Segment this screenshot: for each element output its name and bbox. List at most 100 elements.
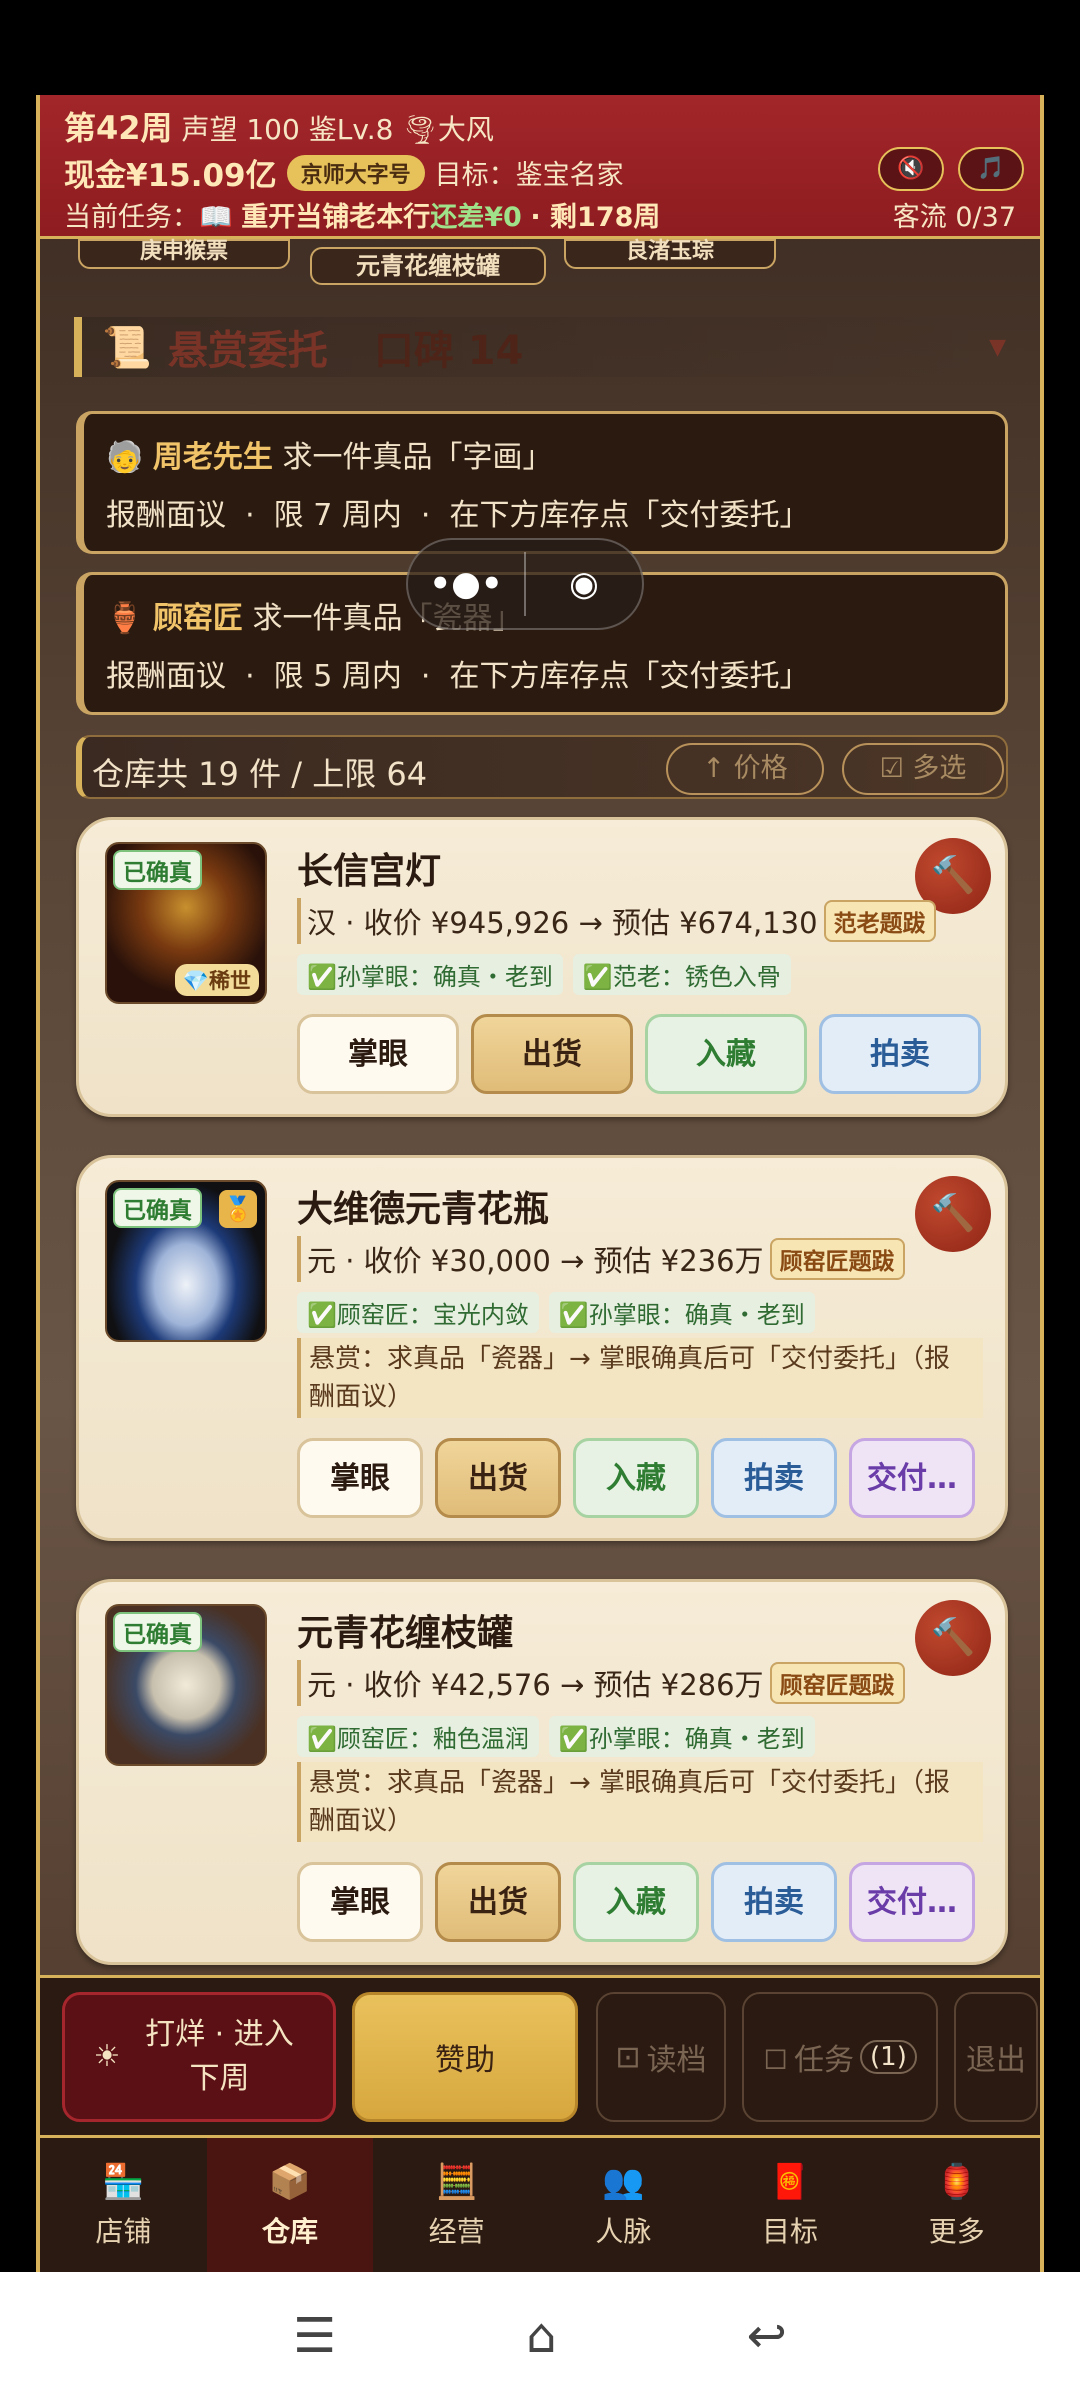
game-app: 第42周 声望 100 鉴Lv.8 🌪大风 现金¥15.09亿 京师大字号 目标… [36,95,1044,2272]
appraisal-note: ✅范老：锈色入骨 [572,954,791,995]
task-icon: ◻ [763,2039,789,2075]
mute-button[interactable]: 🔇 [878,147,944,191]
tornado-icon: 🌪 [402,113,438,146]
appraisal-notes: ✅顾窑匠：宝光内敛 ✅孙掌眼：确真・老到 [297,1292,815,1333]
task-button[interactable]: ◻ 任务 (1) [742,1992,938,2122]
task-shortfall: 还差¥0 [430,202,522,233]
deliver-button[interactable]: 交付… [849,1862,975,1942]
load-button[interactable]: ⊡ 读档 [596,1992,726,2122]
item-thumbnail: 已确真 🏅 [105,1180,267,1342]
miniprogram-capsule: •●• ◉ [406,538,644,630]
music-button[interactable]: 🎵 [958,147,1024,191]
item-thumbnail: 已确真 💎稀世 [105,842,267,1004]
home-icon[interactable]: ⌂ [526,2308,556,2364]
item-price: 汉 · 收价 ¥945,926 → 预估 ¥674,130 范老题跋 [297,898,936,944]
auction-button[interactable]: 拍卖 [711,1438,837,1518]
header-cash-row: 现金¥15.09亿 京师大字号 目标：鉴宝名家 [64,150,624,195]
fame-label: 声望 100 [181,113,300,146]
appraisal-notes: ✅孙掌眼：确真・老到 ✅范老：锈色入骨 [297,954,791,995]
deliver-button[interactable]: 交付… [849,1438,975,1518]
auction-button[interactable]: 拍卖 [711,1862,837,1942]
next-week-button[interactable]: ☀ 打烊 · 进入下周 [62,1992,336,2122]
sort-price-button[interactable]: ↑ 价格 [666,743,824,795]
task-label: 任务 [794,2043,855,2078]
auction-button[interactable]: 拍卖 [819,1014,981,1094]
task-count-badge: (1) [860,2040,917,2074]
title-chip: 京师大字号 [286,154,425,191]
cash-label: 现金¥15.09亿 [64,158,277,194]
tag-item[interactable]: 元青花缠枝罐 [310,247,546,285]
sell-button[interactable]: 出货 [435,1862,561,1942]
more-dots-icon: •●• [429,564,503,604]
hammer-button[interactable]: 🔨 [915,1600,991,1676]
tab-label: 目标 [762,2215,819,2248]
tab-business[interactable]: 🧮 经营 [373,2138,540,2272]
collect-button[interactable]: 入藏 [573,1862,699,1942]
back-icon[interactable]: ↩ [747,2308,787,2364]
tab-goals[interactable]: 🧧 目标 [707,2138,874,2272]
item-card[interactable]: 已确真 🔨 元青花缠枝罐 元 · 收价 ¥42,576 → 预估 ¥286万 顾窑… [76,1579,1008,1965]
appraise-level: 鉴Lv.8 [308,113,394,146]
item-card[interactable]: 已确真 💎稀世 🔨 长信宫灯 汉 · 收价 ¥945,926 → 预估 ¥674… [76,817,1008,1117]
collect-button[interactable]: 入藏 [573,1438,699,1518]
tab-more[interactable]: 🏮 更多 [873,2138,1040,2272]
item-price: 元 · 收价 ¥42,576 → 预估 ¥286万 顾窑匠题跋 [297,1660,905,1706]
item-card[interactable]: 已确真 🏅 🔨 大维德元青花瓶 元 · 收价 ¥30,000 → 预估 ¥236… [76,1155,1008,1541]
music-icon: 🎵 [977,156,1005,181]
shop-icon: 🏪 [102,2162,145,2202]
sponsor-button[interactable]: 赞助 [352,1992,578,2122]
multi-select-button[interactable]: ☑ 多选 [842,743,1004,795]
warehouse-summary: 仓库共 19 件 / 上限 64 [92,755,428,793]
appraisal-note: ✅孙掌眼：确真・老到 [548,1292,815,1333]
week-label: 第42周 [64,109,173,147]
hammer-button[interactable]: 🔨 [915,1176,991,1252]
hammer-icon: 🔨 [930,1617,976,1658]
system-nav-bar: ☰ ⌂ ↩ [0,2272,1080,2400]
tab-shop[interactable]: 🏪 店铺 [40,2138,207,2272]
tab-label: 店铺 [95,2215,152,2248]
current-task: 当前任务：📖 重开当铺老本行还差¥0 · 剩178周 [64,195,660,234]
load-icon: ⊡ [615,2039,641,2075]
close-capsule-button[interactable]: ◉ [526,540,642,628]
appraisal-note: ✅孙掌眼：确真・老到 [297,954,563,995]
appraise-button[interactable]: 掌眼 [297,1014,459,1094]
sell-button[interactable]: 出货 [471,1014,633,1094]
item-price: 元 · 收价 ¥30,000 → 预估 ¥236万 顾窑匠题跋 [297,1236,905,1282]
bounty-section-header[interactable]: 📜 悬赏委托 口碑 14 ▼ [74,317,1014,377]
verified-badge: 已确真 [113,1612,202,1652]
more-icon: 🏮 [935,2162,978,2202]
more-menu-button[interactable]: •●• [408,540,524,628]
verified-badge: 已确真 [113,1188,202,1228]
appraise-button[interactable]: 掌眼 [297,1862,423,1942]
reputation-label: 口碑 14 [373,328,524,374]
appraisal-notes: ✅顾窑匠：釉色温润 ✅孙掌眼：确真・老到 [297,1716,815,1757]
scroll-icon: 📜 [102,324,152,371]
client-name: 顾窑匠 [152,601,243,636]
quit-button[interactable]: 退出 [954,1992,1038,2122]
item-thumbnail: 已确真 [105,1604,267,1766]
price-line: 元 · 收价 ¥30,000 → 预估 ¥236万 [307,1244,764,1278]
people-icon: 👥 [602,2162,645,2202]
tab-contacts[interactable]: 👥 人脉 [540,2138,707,2272]
tag-item[interactable]: 庚申猴票 [78,239,290,269]
next-week-label: 打烊 · 进入下周 [145,2017,294,2096]
seal-badge: 范老题跋 [823,900,936,942]
collapse-caret-icon: ▼ [989,334,1006,360]
goal-label: 目标：鉴宝名家 [434,160,624,191]
tab-label: 更多 [928,2215,985,2248]
appraise-button[interactable]: 掌眼 [297,1438,423,1518]
item-name: 长信宫灯 [297,851,442,892]
menu-icon[interactable]: ☰ [293,2308,336,2364]
sell-button[interactable]: 出货 [435,1438,561,1518]
item-name: 元青花缠枝罐 [297,1613,514,1654]
seal-badge: 顾窑匠题跋 [769,1238,905,1280]
warehouse-icon: 📦 [268,2162,312,2202]
appraisal-note: ✅顾窑匠：釉色温润 [297,1716,539,1757]
tag-item[interactable]: 良渚玉琮 [564,239,776,269]
tab-warehouse[interactable]: 📦 仓库 [206,2138,374,2272]
bounty-card[interactable]: 🧓 周老先生 求一件真品「字画」 报酬面议 · 限 7 周内 · 在下方库存点「… [76,411,1008,554]
warehouse-bar: 仓库共 19 件 / 上限 64 ↑ 价格 ☑ 多选 [76,735,1008,799]
bounty-detail: 报酬面议 · 限 7 周内 · 在下方库存点「交付委托」 [106,498,810,533]
medal-icon: 🏅 [219,1190,257,1228]
collect-button[interactable]: 入藏 [645,1014,807,1094]
